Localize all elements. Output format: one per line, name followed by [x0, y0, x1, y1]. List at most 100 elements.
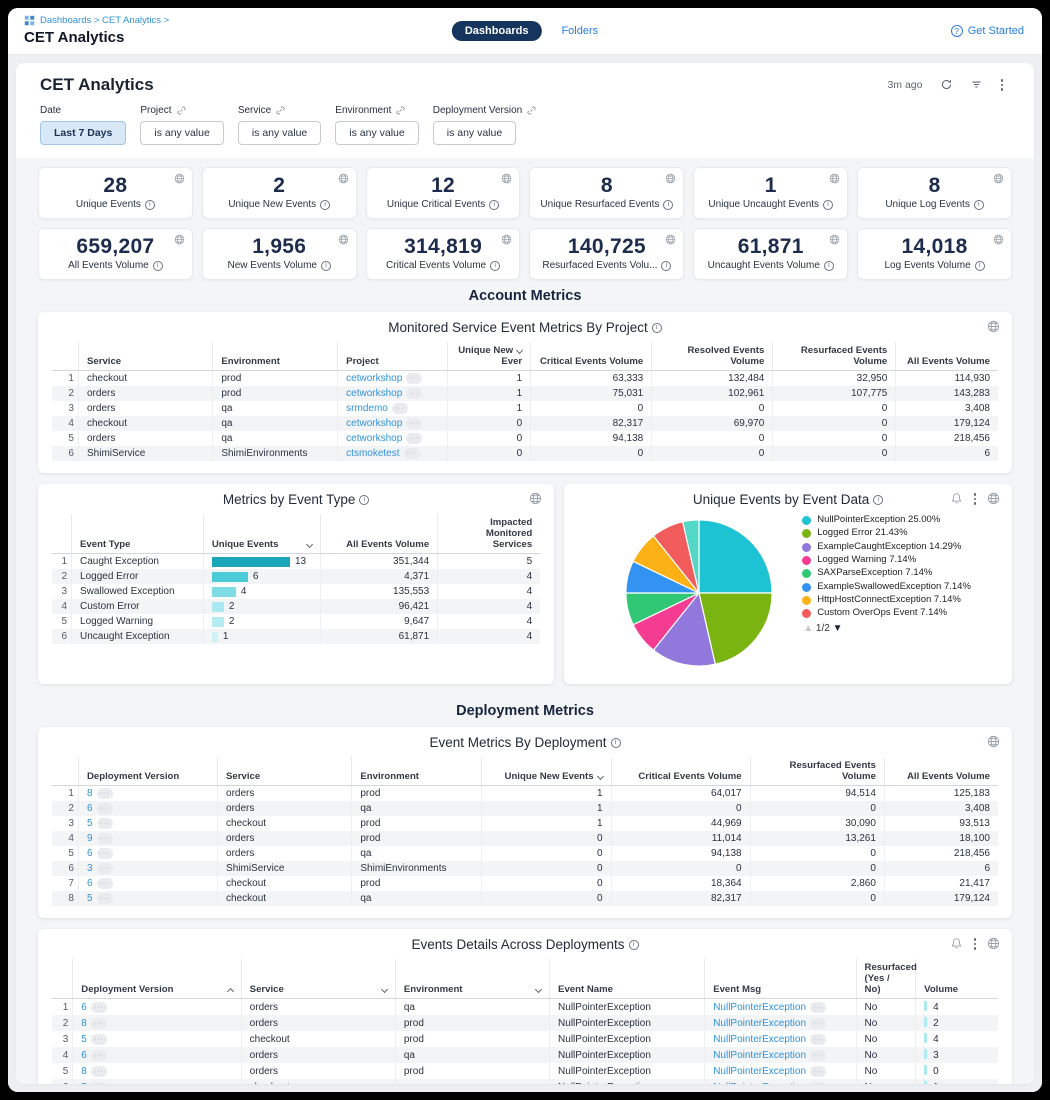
globe-icon[interactable]	[338, 173, 349, 184]
table-row[interactable]: 35···checkoutprod144,96930,09093,513	[52, 816, 998, 831]
filter-value-button[interactable]: is any value	[238, 121, 321, 145]
cell-link[interactable]: cetworkshop	[346, 433, 402, 444]
globe-icon[interactable]	[987, 492, 1000, 505]
tab-folders[interactable]: Folders	[561, 25, 598, 37]
filter-value-button[interactable]: is any value	[140, 121, 223, 145]
table-row[interactable]: 63···ShimiServiceShimiEnvironments0006	[52, 861, 998, 876]
column-header[interactable]: Resurfaced(Yes / No)	[856, 959, 916, 999]
ellipsis-pill[interactable]: ···	[97, 863, 113, 874]
column-header[interactable]: Project	[338, 342, 448, 371]
globe-icon[interactable]	[829, 234, 840, 245]
globe-icon[interactable]	[987, 735, 1000, 748]
table-row[interactable]: 6Uncaught Exception161,8714	[52, 629, 540, 644]
legend-item[interactable]: ExampleSwallowedException 7.14%	[802, 581, 990, 593]
table-row[interactable]: 1checkoutprodcetworkshop···163,333132,48…	[52, 371, 998, 387]
kebab-menu-icon[interactable]	[973, 492, 978, 506]
column-header[interactable]: Unique New Ever	[447, 342, 530, 371]
cell-link[interactable]: 8	[81, 1018, 87, 1029]
ellipsis-pill[interactable]: ···	[392, 403, 408, 414]
column-header[interactable]: Service	[241, 959, 395, 999]
column-header[interactable]: Unique Events	[203, 514, 320, 554]
column-header[interactable]: Deployment Version	[78, 757, 217, 786]
filter-value-button[interactable]: is any value	[335, 121, 418, 145]
column-header[interactable]: Service	[78, 342, 212, 371]
globe-icon[interactable]	[665, 173, 676, 184]
cell-link[interactable]: 8	[81, 1066, 87, 1077]
column-header[interactable]: Service	[218, 757, 352, 786]
refresh-icon[interactable]	[940, 78, 953, 91]
ellipsis-pill[interactable]: ···	[91, 1050, 107, 1061]
column-header[interactable]: Environment	[395, 959, 549, 999]
column-header[interactable]: All Events Volume	[896, 342, 998, 371]
table-row[interactable]: 4checkoutqacetworkshop···082,31769,97001…	[52, 416, 998, 431]
bell-icon[interactable]	[950, 492, 963, 505]
column-header[interactable]: Critical Events Volume	[611, 757, 750, 786]
sort-down-icon[interactable]	[597, 773, 604, 780]
breadcrumb-text[interactable]: Dashboards > CET Analytics >	[40, 15, 169, 26]
globe-icon[interactable]	[665, 234, 676, 245]
ellipsis-pill[interactable]: ···	[97, 893, 113, 904]
cell-link[interactable]: NullPointerException	[713, 1018, 806, 1029]
ellipsis-pill[interactable]: ···	[97, 878, 113, 889]
table-row[interactable]: 85···checkoutqa082,3170179,124	[52, 891, 998, 906]
sort-down-icon[interactable]	[535, 986, 542, 993]
bell-icon[interactable]	[950, 937, 963, 950]
globe-icon[interactable]	[987, 937, 1000, 950]
cell-link[interactable]: 8	[87, 788, 93, 799]
ellipsis-pill[interactable]: ···	[810, 1050, 826, 1061]
globe-icon[interactable]	[174, 234, 185, 245]
table-row[interactable]: 26···ordersqa1003,408	[52, 801, 998, 816]
ellipsis-pill[interactable]: ···	[91, 1034, 107, 1045]
table-row[interactable]: 5Logged Warning29,6474	[52, 614, 540, 629]
column-header[interactable]: Event Type	[72, 514, 204, 554]
table-row[interactable]: 28···ordersprodNullPointerExceptionNullP…	[52, 1015, 998, 1031]
column-header[interactable]: Environment	[213, 342, 338, 371]
filter-lines-icon[interactable]	[970, 78, 983, 91]
table-row[interactable]: 3Swallowed Exception4135,5534	[52, 584, 540, 599]
ellipsis-pill[interactable]: ···	[91, 1066, 107, 1077]
ellipsis-pill[interactable]: ···	[97, 818, 113, 829]
sort-down-icon[interactable]	[516, 347, 523, 354]
cell-link[interactable]: 6	[81, 1050, 87, 1061]
tab-dashboards[interactable]: Dashboards	[452, 21, 542, 41]
globe-icon[interactable]	[987, 320, 1000, 333]
ellipsis-pill[interactable]: ···	[810, 1002, 826, 1013]
table-row[interactable]: 35···checkoutprodNullPointerExceptionNul…	[52, 1031, 998, 1047]
column-header[interactable]: Event Name	[550, 959, 705, 999]
cell-link[interactable]: NullPointerException	[713, 1066, 806, 1077]
page-down-icon[interactable]: ▼	[833, 623, 843, 634]
table-row[interactable]: 65···checkoutqaNullPointerExceptionNullP…	[52, 1079, 998, 1084]
table-row[interactable]: 2Logged Error64,3714	[52, 569, 540, 584]
column-header[interactable]: Critical Events Volume	[531, 342, 652, 371]
globe-icon[interactable]	[829, 173, 840, 184]
table-row[interactable]: 56···ordersqa094,1380218,456	[52, 846, 998, 861]
globe-icon[interactable]	[174, 173, 185, 184]
filter-value-button[interactable]: is any value	[433, 121, 516, 145]
ellipsis-pill[interactable]: ···	[810, 1018, 826, 1029]
cell-link[interactable]: 9	[87, 833, 93, 844]
table-row[interactable]: 58···ordersprodNullPointerExceptionNullP…	[52, 1063, 998, 1079]
ellipsis-pill[interactable]: ···	[810, 1082, 826, 1085]
table-row[interactable]: 6ShimiServiceShimiEnvironmentsctsmoketes…	[52, 446, 998, 461]
ellipsis-pill[interactable]: ···	[406, 388, 422, 399]
table-row[interactable]: 49···ordersprod011,01413,26118,100	[52, 831, 998, 846]
get-started-link[interactable]: ? Get Started	[951, 25, 1024, 37]
page-up-icon[interactable]: ▲	[803, 623, 813, 634]
cell-link[interactable]: 5	[81, 1082, 87, 1085]
table-row[interactable]: 18···ordersprod164,01794,514125,183	[52, 786, 998, 802]
filter-value-button[interactable]: Last 7 Days	[40, 121, 126, 145]
cell-link[interactable]: 6	[87, 848, 93, 859]
table-row[interactable]: 76···checkoutprod018,3642,86021,417	[52, 876, 998, 891]
column-header[interactable]: All Events Volume	[321, 514, 438, 554]
column-header[interactable]: Resurfaced Events Volume	[773, 342, 896, 371]
legend-item[interactable]: HttpHostConnectException 7.14%	[802, 594, 990, 606]
legend-item[interactable]: ExampleCaughtException 14.29%	[802, 541, 990, 553]
cell-link[interactable]: 5	[87, 818, 93, 829]
cell-link[interactable]: srmdemo	[346, 403, 388, 414]
cell-link[interactable]: 3	[87, 863, 93, 874]
ellipsis-pill[interactable]: ···	[97, 848, 113, 859]
cell-link[interactable]: cetworkshop	[346, 418, 402, 429]
table-row[interactable]: 16···ordersqaNullPointerExceptionNullPoi…	[52, 999, 998, 1016]
cell-link[interactable]: 6	[81, 1002, 87, 1013]
ellipsis-pill[interactable]: ···	[404, 448, 420, 459]
